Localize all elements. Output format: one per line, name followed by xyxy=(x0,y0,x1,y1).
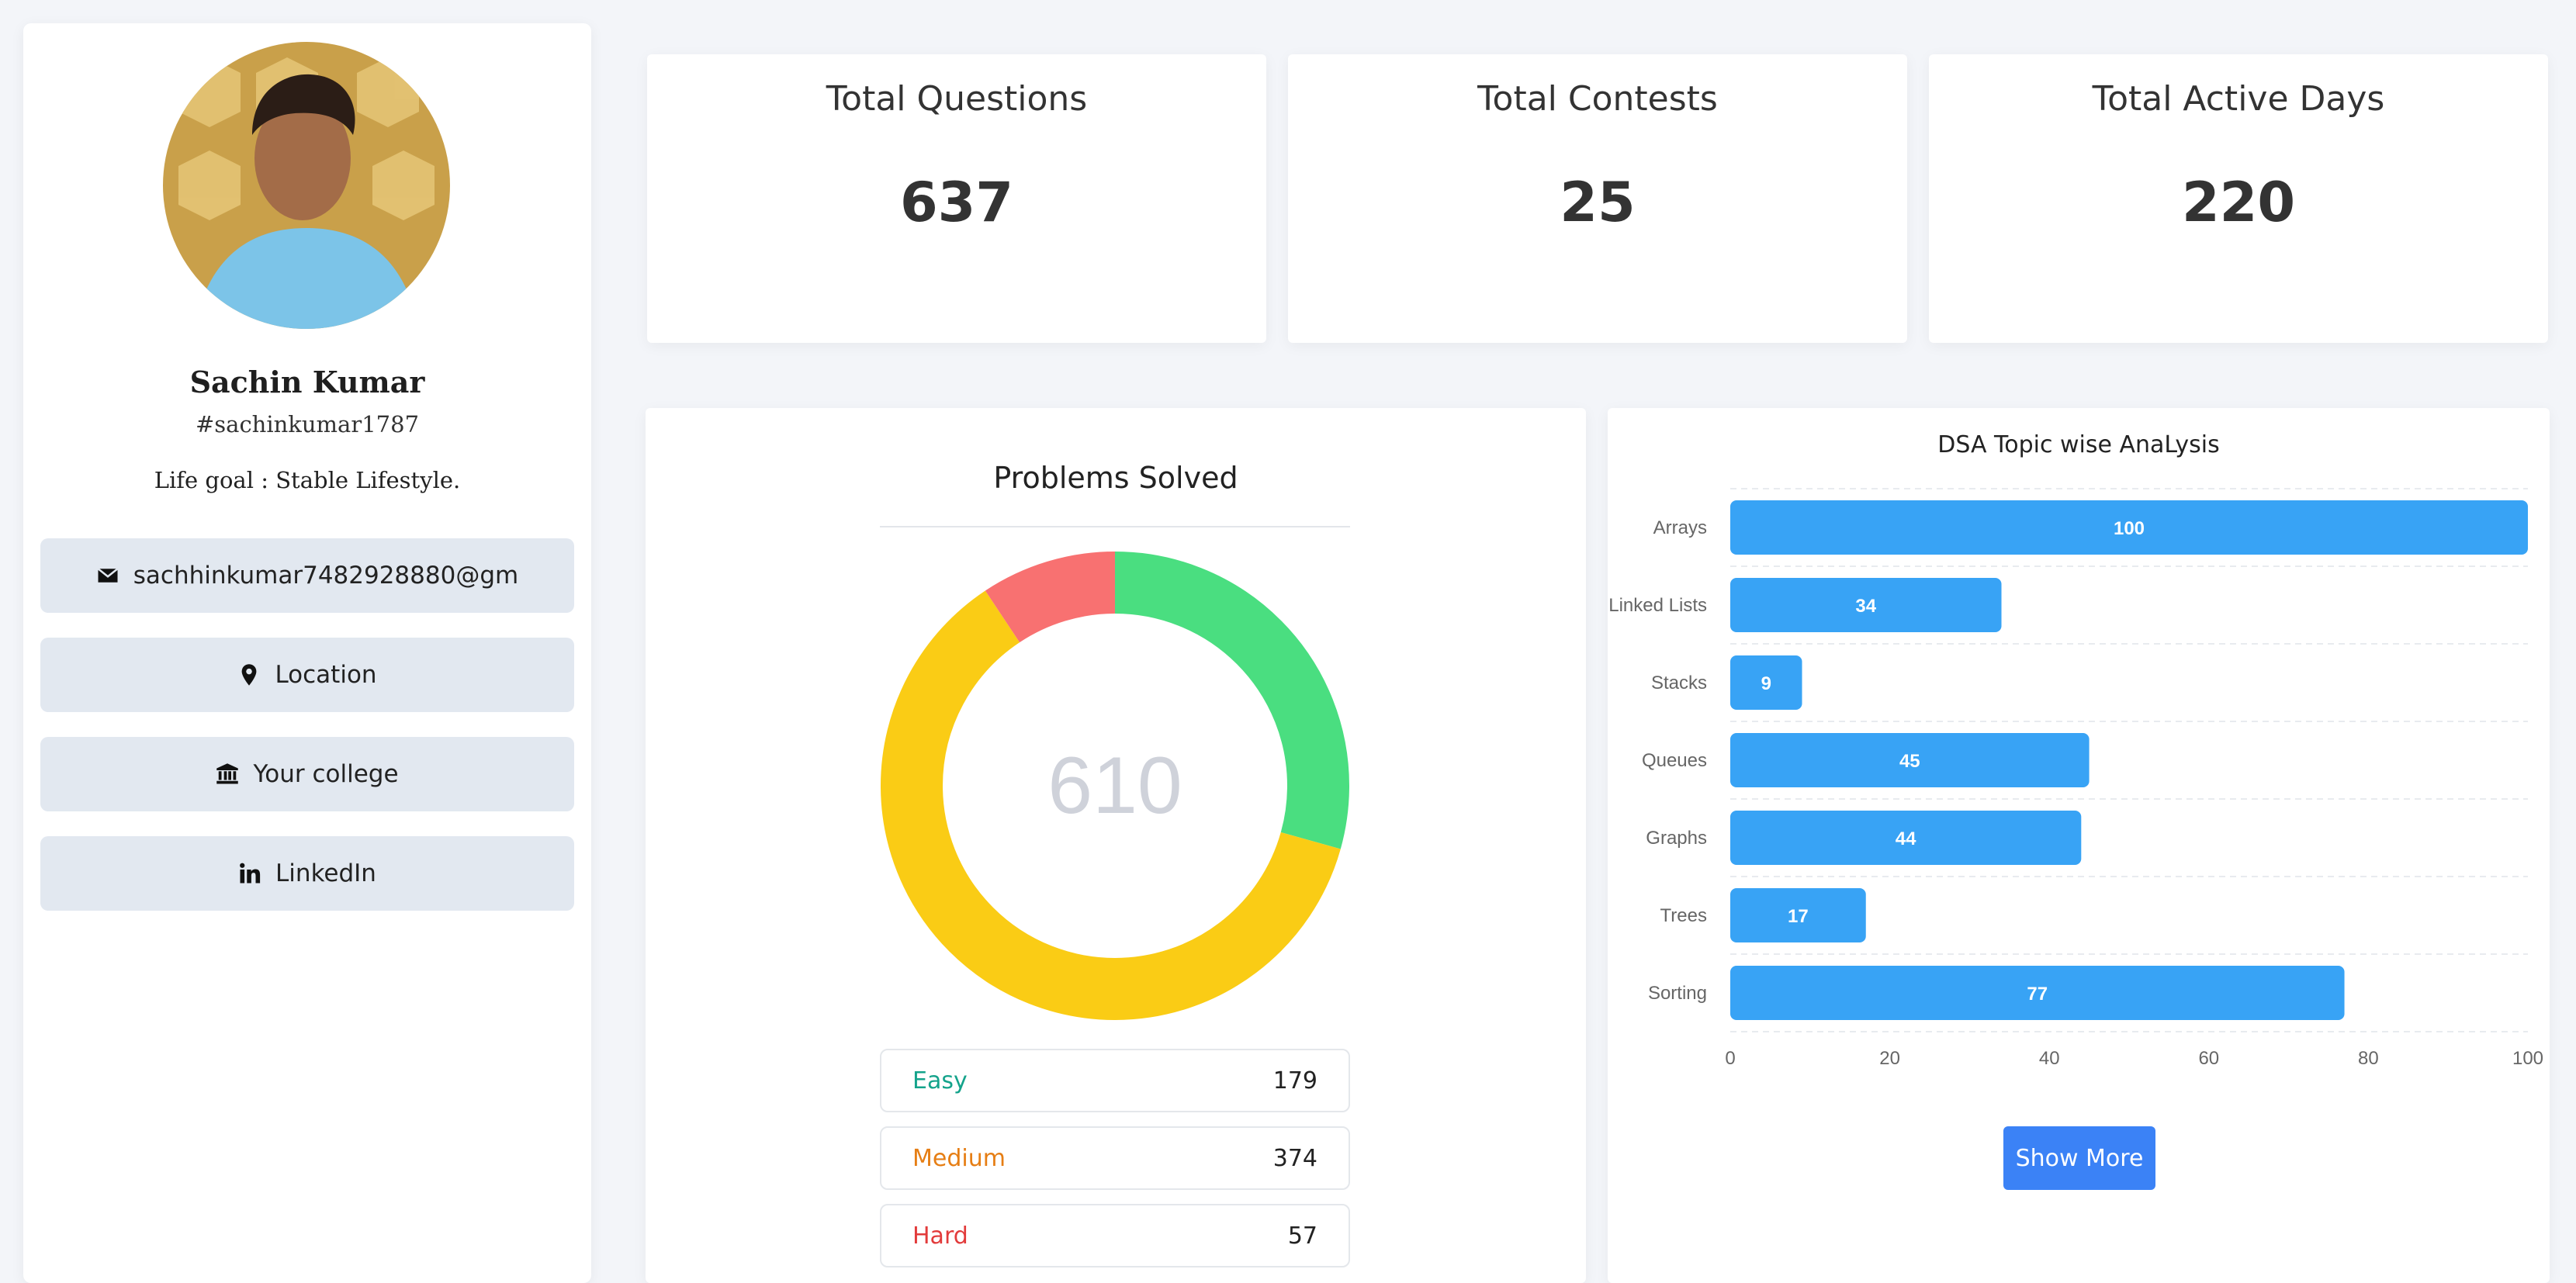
show-more-button[interactable]: Show More xyxy=(2003,1126,2155,1190)
college-button[interactable]: Your college xyxy=(40,737,574,811)
x-tick-label: 80 xyxy=(2358,1048,2379,1069)
linkedin-icon xyxy=(240,863,261,884)
x-tick-label: 40 xyxy=(2039,1048,2060,1069)
level-count-easy: 179 xyxy=(1272,1067,1317,1095)
x-tick-label: 20 xyxy=(1879,1048,1900,1069)
category-label: Linked Lists xyxy=(1608,595,1707,616)
category-label: Arrays xyxy=(1653,517,1707,538)
level-label-medium: Medium xyxy=(912,1144,1006,1172)
level-row-hard: Hard 57 xyxy=(880,1204,1350,1267)
category-label: Sorting xyxy=(1648,983,1707,1004)
stat-value: 220 xyxy=(2181,171,2296,234)
bar-value-label: 34 xyxy=(1855,596,1876,617)
bar-value-label: 45 xyxy=(1899,751,1920,772)
level-label-hard: Hard xyxy=(912,1222,968,1250)
level-count-hard: 57 xyxy=(1287,1222,1317,1250)
problems-total: 610 xyxy=(1047,741,1182,831)
avatar-photo xyxy=(163,42,450,329)
profile-sidebar: Sachin Kumar #sachinkumar1787 Life goal … xyxy=(23,23,591,1283)
dsa-topic-card: DSA Topic wise AnaLysis 100 Arrays 34 Linke… xyxy=(1608,408,2550,1283)
category-label: Queues xyxy=(1642,750,1707,771)
level-row-easy: Easy 179 xyxy=(880,1049,1350,1112)
stat-label: Total Questions xyxy=(826,79,1088,119)
x-tick-label: 100 xyxy=(2512,1048,2543,1069)
profile-handle: #sachinkumar1787 xyxy=(195,411,420,437)
profile-name: Sachin Kumar xyxy=(189,365,425,399)
linkedin-button[interactable]: LinkedIn xyxy=(40,836,574,911)
location-button[interactable]: Location xyxy=(40,638,574,712)
stat-card-total-contests: Total Contests 25 xyxy=(1288,54,1907,343)
bar-value-label: 44 xyxy=(1896,828,1916,849)
dsa-bar-chart: 100 Arrays 34 Linked Lists 9 Stacks 45 Queues 44… xyxy=(1608,488,2543,1069)
category-label: Trees xyxy=(1660,905,1707,926)
problems-solved-card: Problems Solved 610 Easy 179 Medium 374 … xyxy=(646,408,1586,1283)
problems-donut-chart: 610 xyxy=(881,552,1349,1020)
stat-label: Total Contests xyxy=(1477,79,1718,119)
bar-value-label: 100 xyxy=(2114,518,2145,539)
bar-value-label: 9 xyxy=(1761,673,1771,694)
location-pin-icon xyxy=(242,664,257,686)
email-label: sachhinkumar7482928880@gm xyxy=(133,562,519,590)
college-building-icon xyxy=(216,763,239,784)
divider xyxy=(880,526,1350,527)
envelope-icon xyxy=(97,568,119,583)
stat-card-total-active-days: Total Active Days 220 xyxy=(1929,54,2548,343)
stat-card-total-questions: Total Questions 637 xyxy=(647,54,1266,343)
x-tick-label: 60 xyxy=(2198,1048,2219,1069)
linkedin-label: LinkedIn xyxy=(275,859,376,887)
level-label-easy: Easy xyxy=(912,1067,968,1095)
avatar xyxy=(163,42,450,329)
location-label: Location xyxy=(275,661,377,689)
problems-title: Problems Solved xyxy=(993,461,1238,495)
stat-value: 637 xyxy=(899,171,1014,234)
category-label: Graphs xyxy=(1646,828,1707,849)
level-count-medium: 374 xyxy=(1272,1144,1317,1172)
level-row-medium: Medium 374 xyxy=(880,1126,1350,1190)
bar-value-label: 17 xyxy=(1788,906,1809,927)
stat-label: Total Active Days xyxy=(2092,79,2385,119)
profile-life-goal: Life goal : Stable Lifestyle. xyxy=(154,467,461,493)
stat-value: 25 xyxy=(1560,171,1636,234)
x-tick-label: 0 xyxy=(1725,1048,1735,1069)
college-label: Your college xyxy=(253,760,399,788)
bar-value-label: 77 xyxy=(2027,984,2048,1005)
email-button[interactable]: sachhinkumar7482928880@gm xyxy=(40,538,574,613)
category-label: Stacks xyxy=(1651,673,1707,693)
